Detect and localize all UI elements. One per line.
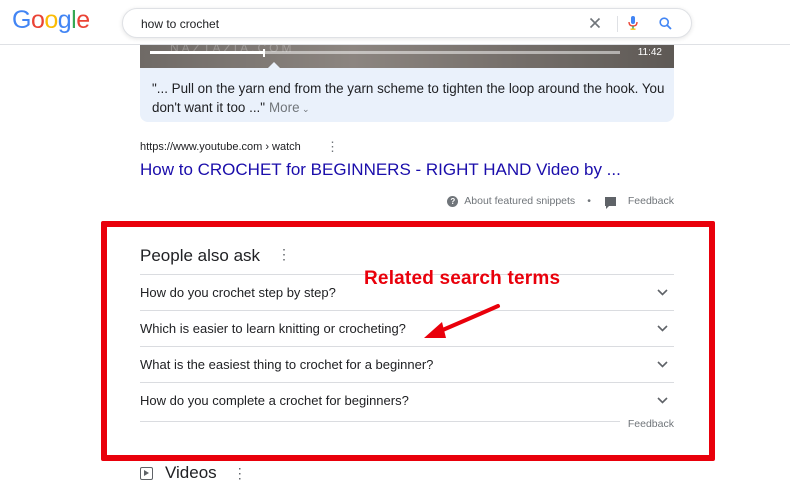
more-options-icon[interactable]: ⋮ bbox=[277, 246, 291, 263]
annotation-arrow-icon bbox=[424, 304, 500, 338]
annotation-label: Related search terms bbox=[364, 268, 561, 289]
play-icon bbox=[140, 466, 153, 480]
snippet-footer: ? About featured snippets • Feedback bbox=[447, 195, 674, 209]
snippet-text: "... Pull on the yarn end from the yarn … bbox=[152, 81, 665, 115]
featured-snippet-box: "... Pull on the yarn end from the yarn … bbox=[140, 68, 674, 122]
videos-title: Videos bbox=[165, 463, 217, 482]
logo-letter: o bbox=[44, 6, 58, 34]
about-featured-snippets-link[interactable]: About featured snippets bbox=[464, 195, 575, 207]
video-thumbnail[interactable]: NAZTAZIA.COM 11:42 bbox=[140, 44, 674, 68]
question-text: What is the easiest thing to crochet for… bbox=[140, 357, 434, 372]
people-also-ask-list: How do you crochet step by step? Which i… bbox=[140, 274, 674, 418]
search-box[interactable] bbox=[122, 8, 692, 38]
question-text: How do you complete a crochet for beginn… bbox=[140, 393, 409, 408]
more-options-icon[interactable]: ⋮ bbox=[326, 139, 339, 155]
chevron-down-icon bbox=[656, 359, 668, 371]
question-item[interactable]: How do you complete a crochet for beginn… bbox=[140, 382, 674, 418]
chevron-down-icon bbox=[656, 323, 668, 335]
google-logo[interactable]: Google bbox=[12, 6, 90, 35]
video-progress-bar[interactable] bbox=[150, 49, 620, 57]
chevron-down-icon bbox=[656, 395, 668, 407]
chevron-down-icon bbox=[656, 287, 668, 299]
footer-separator: • bbox=[587, 195, 591, 207]
microphone-icon[interactable] bbox=[623, 13, 643, 33]
logo-letter: e bbox=[76, 6, 90, 34]
more-link[interactable]: More ⌄ bbox=[269, 100, 310, 115]
help-icon: ? bbox=[447, 195, 459, 207]
logo-letter: o bbox=[30, 6, 45, 34]
video-duration: 11:42 bbox=[637, 47, 662, 58]
people-also-ask-title: People also ask bbox=[140, 246, 261, 265]
feedback-icon bbox=[604, 196, 616, 209]
video-progress-knob[interactable] bbox=[262, 49, 265, 57]
result-cite: https://www.youtube.com › watch bbox=[140, 141, 301, 153]
logo-letter: G bbox=[12, 6, 31, 34]
list-divider bbox=[140, 421, 620, 422]
question-item[interactable]: Which is easier to learn knitting or cro… bbox=[140, 310, 674, 346]
more-label: More bbox=[269, 100, 300, 115]
logo-letter: g bbox=[57, 6, 72, 34]
search-header: Google bbox=[0, 0, 790, 45]
question-item[interactable]: What is the easiest thing to crochet for… bbox=[140, 346, 674, 382]
question-text: How do you crochet step by step? bbox=[140, 285, 336, 300]
search-icon[interactable] bbox=[655, 13, 675, 33]
clear-icon[interactable] bbox=[585, 13, 605, 33]
more-options-icon[interactable]: ⋮ bbox=[233, 465, 247, 482]
video-progress-fill bbox=[150, 51, 263, 54]
feedback-link[interactable]: Feedback bbox=[628, 195, 674, 207]
videos-section-heading: Videos ⋮ bbox=[140, 463, 247, 483]
feedback-link[interactable]: Feedback bbox=[628, 418, 674, 430]
result-title-link[interactable]: How to CROCHET for BEGINNERS - RIGHT HAN… bbox=[140, 160, 621, 180]
question-text: Which is easier to learn knitting or cro… bbox=[140, 321, 406, 336]
search-input[interactable] bbox=[139, 13, 563, 35]
search-divider bbox=[617, 16, 618, 32]
chevron-down-icon: ⌄ bbox=[299, 104, 310, 114]
snippet-text-block: "... Pull on the yarn end from the yarn … bbox=[152, 79, 667, 119]
